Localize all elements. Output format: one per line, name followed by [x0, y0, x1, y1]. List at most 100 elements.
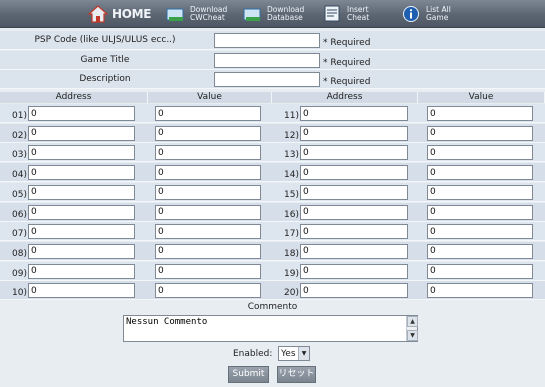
address-input-right[interactable]	[300, 204, 408, 220]
row-number-left: 04)	[12, 170, 27, 181]
address-input-left[interactable]	[28, 224, 135, 240]
nav-cwcheat-line2: CWCheat	[190, 13, 225, 22]
row-number-right: 14)	[284, 170, 299, 181]
info-icon	[402, 5, 422, 23]
address-input-left[interactable]	[28, 165, 135, 181]
row-number-left: 03)	[12, 150, 27, 161]
psp-code-label: PSP Code (like ULJS/ULUS ecc..)	[34, 35, 176, 45]
value-input-right[interactable]	[427, 145, 533, 161]
address-input-left[interactable]	[28, 263, 135, 279]
address-input-right[interactable]	[300, 243, 408, 259]
address-input-left[interactable]	[28, 184, 135, 200]
psp-code-input[interactable]	[214, 33, 320, 48]
value-input-right[interactable]	[427, 283, 533, 299]
commento-textarea[interactable]: Nessun Commento	[123, 315, 418, 342]
row-number-left: 08)	[12, 248, 27, 259]
nav-list-all-game[interactable]: List All Game	[402, 0, 451, 28]
table-row: 07) 17)	[0, 222, 545, 242]
header-address-right: Address	[272, 92, 418, 103]
game-title-input[interactable]	[214, 53, 320, 68]
value-input-right[interactable]	[427, 263, 533, 279]
value-input-right[interactable]	[427, 204, 533, 220]
value-input-right[interactable]	[427, 106, 533, 121]
nav-insert-cheat[interactable]: Insert Cheat	[323, 0, 369, 28]
address-input-right[interactable]	[300, 184, 408, 200]
value-input-left[interactable]	[155, 145, 261, 161]
row-number-left: 09)	[12, 268, 27, 279]
address-input-right[interactable]	[300, 283, 408, 299]
address-input-right[interactable]	[300, 145, 408, 161]
description-input[interactable]	[214, 72, 320, 87]
value-input-left[interactable]	[155, 224, 261, 240]
table-row: 05) 15)	[0, 182, 545, 202]
nav-download-database[interactable]: Download Database	[243, 0, 304, 28]
scroll-up-icon[interactable]: ▲	[407, 316, 418, 327]
table-row: 01) 11)	[0, 104, 545, 123]
value-input-right[interactable]	[427, 224, 533, 240]
value-input-right[interactable]	[427, 165, 533, 181]
value-input-right[interactable]	[427, 243, 533, 259]
row-number-right: 15)	[284, 189, 299, 200]
address-input-right[interactable]	[300, 106, 408, 121]
commento-scrollbar[interactable]: ▲ ▼	[406, 316, 418, 341]
reset-button[interactable]: リセット	[277, 366, 316, 383]
address-input-right[interactable]	[300, 125, 408, 141]
game-title-required: * Required	[323, 58, 371, 68]
value-input-left[interactable]	[155, 125, 261, 141]
table-row: 08) 18)	[0, 241, 545, 261]
row-number-right: 12)	[284, 130, 299, 141]
download-icon	[166, 5, 186, 23]
description-row: Description * Required	[0, 70, 545, 89]
value-input-left[interactable]	[155, 263, 261, 279]
address-input-right[interactable]	[300, 165, 408, 181]
header-value-left: Value	[148, 92, 272, 103]
header-address-left: Address	[0, 92, 148, 103]
header-value-right: Value	[418, 92, 545, 103]
submit-button[interactable]: Submit	[228, 366, 269, 383]
row-number-left: 05)	[12, 189, 27, 200]
description-label: Description	[79, 74, 131, 84]
address-input-left[interactable]	[28, 243, 135, 259]
row-number-right: 11)	[284, 111, 299, 121]
nav-list-line2: Game	[426, 13, 449, 22]
address-input-right[interactable]	[300, 263, 408, 279]
value-input-left[interactable]	[155, 283, 261, 299]
value-input-left[interactable]	[155, 106, 261, 121]
row-number-right: 20)	[284, 288, 299, 299]
address-input-left[interactable]	[28, 106, 135, 121]
row-number-right: 16)	[284, 209, 299, 220]
top-navbar: HOME Download CWCheat Download Database	[0, 0, 545, 28]
enabled-select[interactable]: Yes ▼	[278, 346, 310, 361]
enabled-label: Enabled:	[233, 349, 273, 359]
address-input-left[interactable]	[28, 283, 135, 299]
value-input-left[interactable]	[155, 184, 261, 200]
row-number-left: 10)	[12, 288, 27, 299]
table-row: 09) 19)	[0, 261, 545, 281]
table-row: 04) 14)	[0, 163, 545, 183]
psp-code-required: * Required	[323, 38, 371, 48]
house-icon	[88, 5, 108, 23]
scroll-down-icon[interactable]: ▼	[407, 330, 418, 341]
nav-insert-line2: Cheat	[347, 13, 370, 22]
address-input-right[interactable]	[300, 224, 408, 240]
address-input-left[interactable]	[28, 145, 135, 161]
value-input-left[interactable]	[155, 165, 261, 181]
table-row: 10) 20)	[0, 281, 545, 301]
game-title-row: Game Title * Required	[0, 51, 545, 70]
row-number-left: 06)	[12, 209, 27, 220]
address-input-left[interactable]	[28, 125, 135, 141]
nav-home[interactable]: HOME	[88, 0, 151, 28]
value-input-right[interactable]	[427, 125, 533, 141]
row-number-right: 18)	[284, 248, 299, 259]
game-title-label: Game Title	[80, 55, 130, 65]
value-input-right[interactable]	[427, 184, 533, 200]
database-icon	[243, 5, 263, 23]
table-row: 06) 16)	[0, 202, 545, 222]
row-number-left: 02)	[12, 130, 27, 141]
nav-download-cwcheat[interactable]: Download CWCheat	[166, 0, 227, 28]
enabled-value: Yes	[281, 348, 296, 359]
value-input-left[interactable]	[155, 204, 261, 220]
value-input-left[interactable]	[155, 243, 261, 259]
address-input-left[interactable]	[28, 204, 135, 220]
row-number-right: 13)	[284, 150, 299, 161]
